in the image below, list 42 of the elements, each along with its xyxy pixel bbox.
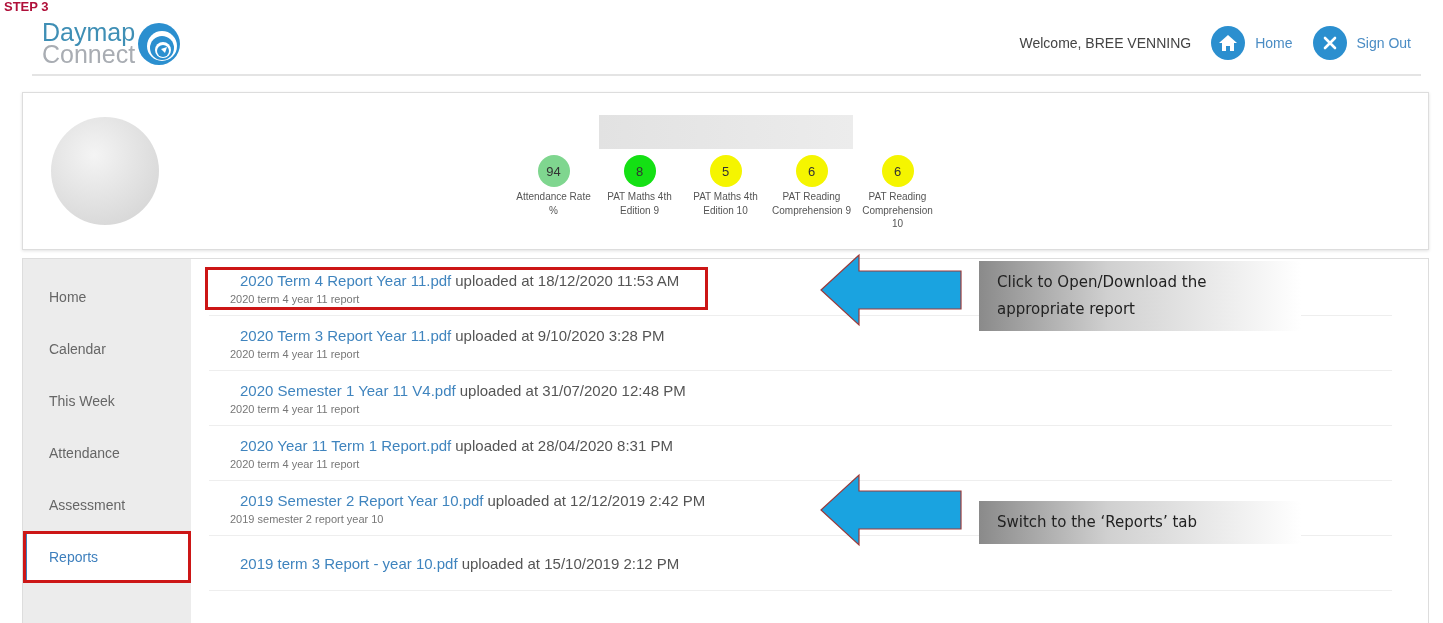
upload-time: uploaded at 9/10/2020 3:28 PM <box>455 326 665 344</box>
sidebar-item[interactable]: This Week <box>23 375 191 427</box>
score-badge: 8 <box>623 155 656 188</box>
sidebar-item[interactable]: Assessment <box>23 479 191 531</box>
sidebar-item[interactable]: Reports <box>23 531 191 583</box>
report-description: 2020 term 4 year 11 report <box>230 457 361 470</box>
report-description: 2020 term 4 year 11 report <box>230 402 361 415</box>
score-label: Attendance Rate % <box>515 190 592 218</box>
score-badge: 6 <box>795 155 828 188</box>
sidebar-item[interactable]: Calendar <box>23 323 191 375</box>
callout-note: Switch to the ‘Reports’ tab <box>979 501 1301 544</box>
callout-note: Click to Open/Download the appropriate report <box>979 261 1301 331</box>
report-description: 2020 term 4 year 11 report <box>230 292 361 305</box>
sidebar-item[interactable]: Attendance <box>23 427 191 479</box>
upload-time: uploaded at 18/12/2020 11:53 AM <box>455 271 680 289</box>
home-icon[interactable] <box>1211 26 1246 60</box>
score-label: PAT Maths 4th Edition 9 <box>606 190 673 218</box>
report-description: 2019 semester 2 report year 10 <box>230 512 385 525</box>
logo-icon <box>137 20 182 66</box>
report-link[interactable]: 2020 Semester 1 Year 11 V4.pdf <box>240 381 456 399</box>
step-heading: STEP 3 <box>3 0 49 14</box>
report-link[interactable]: 2020 Year 11 Term 1 Report.pdf <box>240 436 452 454</box>
score-label: PAT Maths 4th Edition 10 <box>692 190 759 218</box>
welcome-text: Welcome, BREE VENNING <box>1019 35 1192 51</box>
report-link[interactable]: 2019 Semester 2 Report Year 10.pdf <box>240 491 484 509</box>
score-label: PAT Reading Comprehension 10 <box>861 190 934 231</box>
score-badge: 6 <box>881 155 914 188</box>
upload-time: uploaded at 12/12/2019 2:42 PM <box>487 491 706 509</box>
report-description: 2020 term 4 year 11 report <box>230 347 361 360</box>
report-link[interactable]: 2020 Term 4 Report Year 11.pdf <box>240 271 452 289</box>
score-badge: 5 <box>709 155 742 188</box>
upload-time: uploaded at 31/07/2020 12:48 PM <box>459 381 686 399</box>
score-badge: 94 <box>537 155 570 188</box>
report-link[interactable]: 2019 term 3 Report - year 10.pdf <box>240 554 458 572</box>
upload-time: uploaded at 15/10/2019 2:12 PM <box>461 554 680 572</box>
score-label: PAT Reading Comprehension 9 <box>771 190 852 218</box>
nav-link[interactable]: Sign Out <box>1312 26 1411 60</box>
nav-link[interactable]: Home <box>1211 26 1293 60</box>
upload-time: uploaded at 28/04/2020 8:31 PM <box>455 436 673 454</box>
sidebar-item[interactable]: Home <box>23 271 191 323</box>
close-icon[interactable] <box>1312 26 1347 60</box>
report-link[interactable]: 2020 Term 3 Report Year 11.pdf <box>240 326 452 344</box>
